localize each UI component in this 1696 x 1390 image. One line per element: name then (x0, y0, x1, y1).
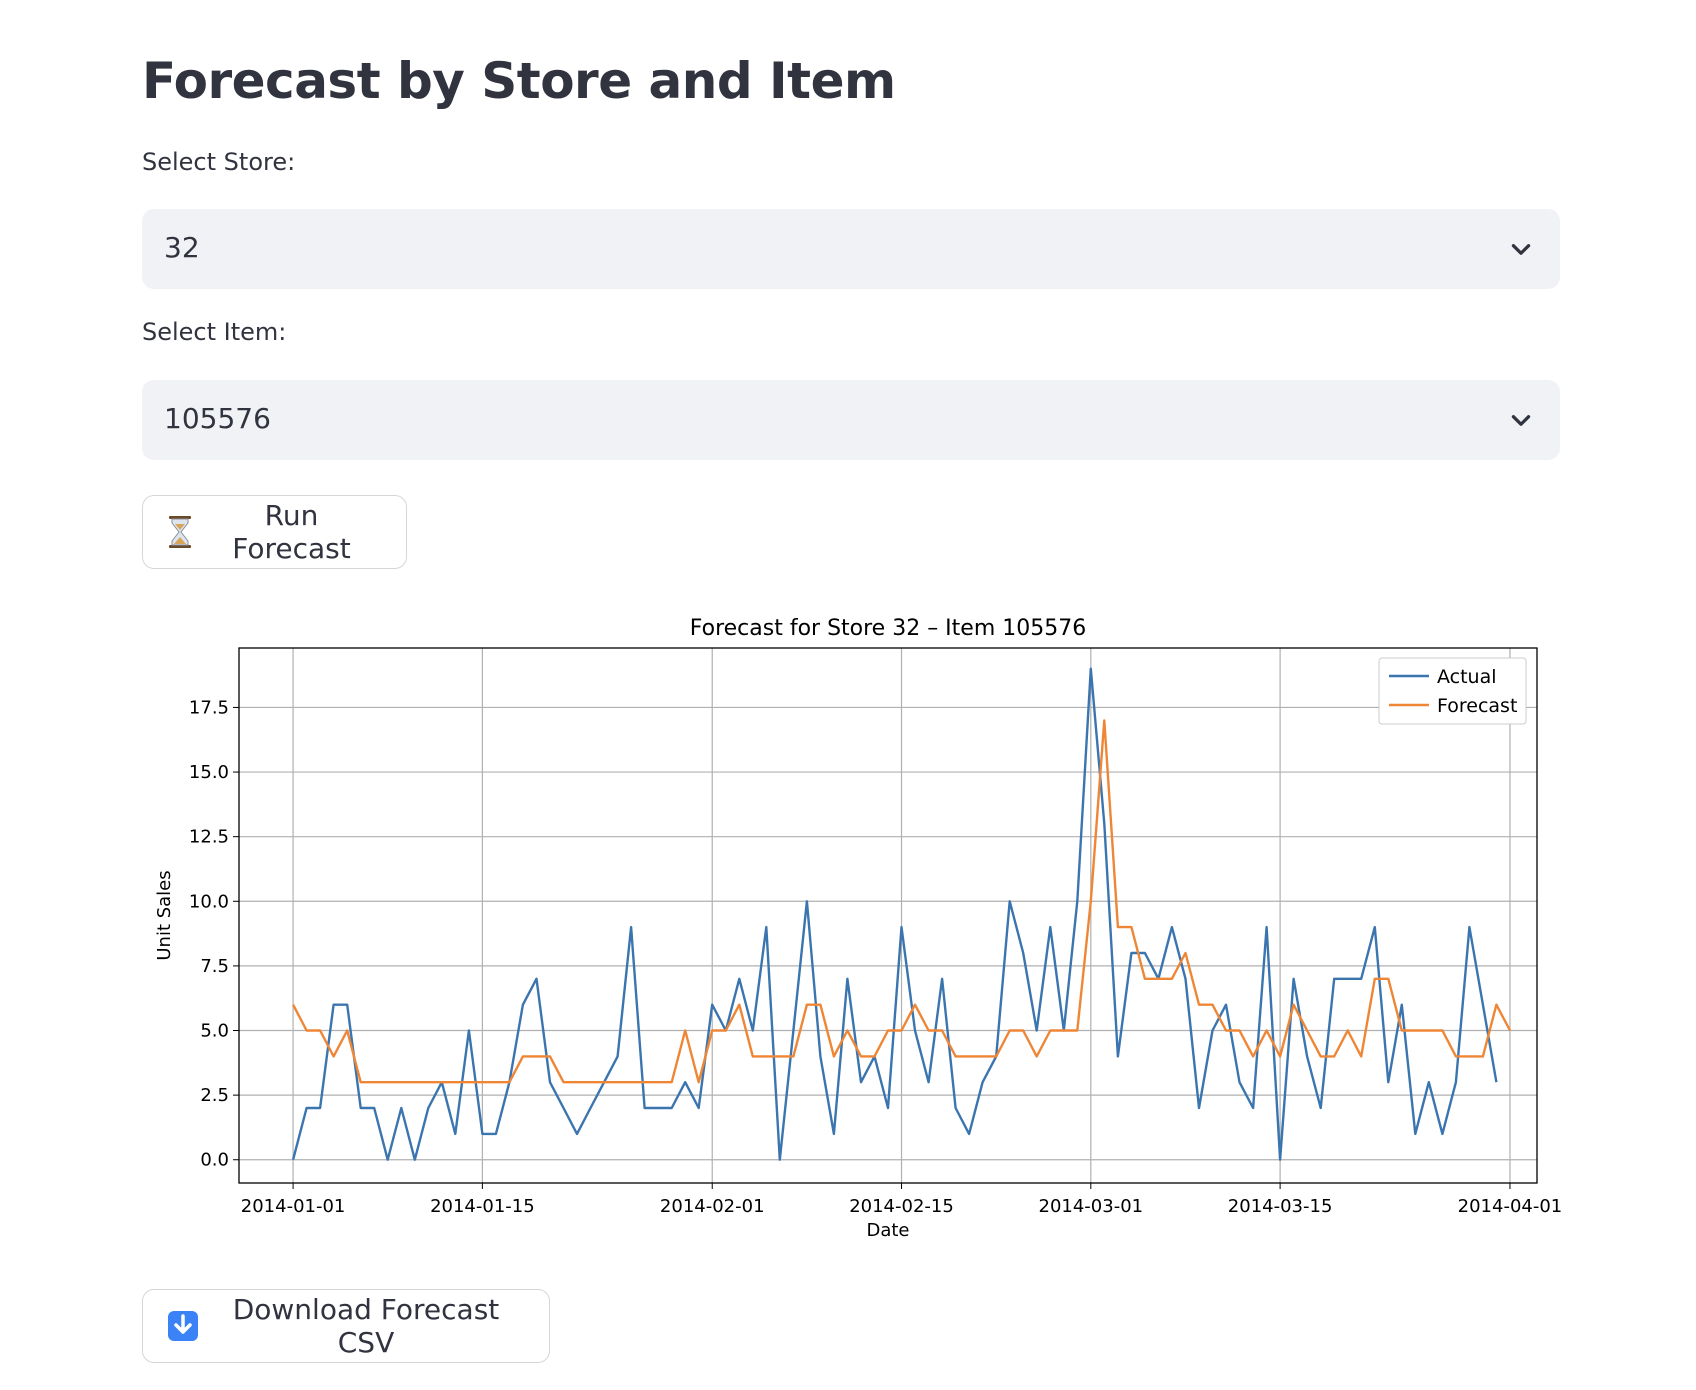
store-select-value: 32 (164, 231, 200, 264)
download-csv-label: Download Forecast CSV (232, 1293, 500, 1359)
x-axis-label: Date (866, 1220, 909, 1241)
x-tick-label: 2014-01-01 (241, 1196, 346, 1217)
forecast-chart: 2014-01-01 2014-01-15 2014-02-01 2014-02-15… (154, 616, 1562, 1241)
y-tick-label: 17.5 (189, 697, 229, 718)
chevron-down-icon (1511, 244, 1531, 255)
store-select[interactable]: 32 (142, 209, 1560, 289)
y-tick-label: 2.5 (200, 1085, 229, 1106)
y-tick-label: 15.0 (189, 762, 229, 783)
actual-series-line (291, 667, 1498, 1161)
down-arrow-icon (167, 1310, 199, 1342)
x-tick-label: 2014-03-01 (1039, 1196, 1144, 1217)
hourglass-icon (167, 515, 193, 549)
chart-legend: Actual Forecast (1378, 657, 1527, 725)
y-axis-label: Unit Sales (154, 870, 175, 960)
item-select-label: Select Item: (142, 318, 287, 346)
y-tick-label: 12.5 (189, 827, 229, 848)
x-tick-label: 2014-04-01 (1458, 1196, 1562, 1217)
x-tick-label: 2014-03-15 (1228, 1196, 1333, 1217)
x-tick-label: 2014-01-15 (430, 1196, 535, 1217)
y-tick-label: 7.5 (200, 956, 229, 977)
x-tick-label: 2014-02-01 (660, 1196, 765, 1217)
page-title: Forecast by Store and Item (142, 52, 896, 110)
y-tick-label: 0.0 (200, 1150, 229, 1171)
item-select-value: 105576 (164, 402, 271, 435)
download-csv-button[interactable]: Download Forecast CSV (142, 1289, 550, 1363)
legend-forecast-label: Forecast (1437, 695, 1517, 717)
run-forecast-label: Run Forecast (232, 499, 351, 565)
run-forecast-button[interactable]: Run Forecast (142, 495, 407, 569)
y-tick-label: 5.0 (200, 1021, 229, 1042)
item-select[interactable]: 105576 (142, 380, 1560, 460)
chart-title: Forecast for Store 32 – Item 105576 (690, 616, 1087, 641)
store-select-label: Select Store: (142, 148, 296, 176)
y-tick-label: 10.0 (189, 891, 229, 912)
legend-actual-label: Actual (1437, 666, 1497, 688)
chevron-down-icon (1511, 415, 1531, 426)
x-tick-label: 2014-02-15 (849, 1196, 954, 1217)
